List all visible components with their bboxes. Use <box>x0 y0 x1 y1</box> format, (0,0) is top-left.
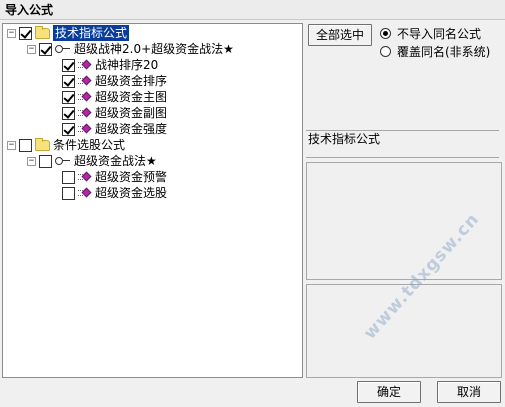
checkbox-leaf[interactable] <box>62 122 75 136</box>
cancel-button[interactable]: 取消 <box>437 381 501 403</box>
radio-overwrite-duplicates[interactable]: 覆盖同名(非系统) <box>380 43 490 59</box>
tree-node-super-warrior[interactable]: − 超级战神2.0+超级资金战法★ <box>27 41 234 57</box>
tree-label: 超级战神2.0+超级资金战法★ <box>74 42 234 56</box>
formula-icon <box>78 187 92 199</box>
checkbox-leaf[interactable] <box>62 58 75 72</box>
tree-label: 超级资金主图 <box>95 90 168 104</box>
collapse-icon[interactable]: − <box>27 156 36 166</box>
radio-button[interactable] <box>380 27 391 39</box>
tree-label: 超级资金战法★ <box>74 154 157 168</box>
tree-label: 技术指标公式 <box>53 25 130 41</box>
checkbox-leaf[interactable] <box>62 106 75 120</box>
select-all-button[interactable]: 全部选中 <box>308 24 372 46</box>
radio-skip-duplicates[interactable]: 不导入同名公式 <box>380 25 481 41</box>
checkbox-super-capital[interactable] <box>39 154 52 168</box>
tree-leaf[interactable]: 超级资金副图 <box>62 105 167 121</box>
folder-icon <box>35 25 50 39</box>
tree-leaf[interactable]: 超级资金排序 <box>62 73 167 89</box>
ok-button[interactable]: 确定 <box>357 381 421 403</box>
description-label: 技术指标公式 <box>306 130 499 158</box>
collapse-icon[interactable]: − <box>27 44 36 54</box>
tree-label: 超级资金选股 <box>95 186 168 200</box>
tree-label: 战神排序20 <box>95 58 159 72</box>
tree-leaf[interactable]: 超级资金选股 <box>62 185 167 201</box>
key-icon <box>55 44 71 54</box>
tree-node-super-capital[interactable]: − 超级资金战法★ <box>27 153 157 169</box>
checkbox-leaf[interactable] <box>62 74 75 88</box>
checkbox-leaf[interactable] <box>62 90 75 104</box>
checkbox-super-warrior[interactable] <box>39 42 52 56</box>
collapse-icon[interactable]: − <box>7 28 16 38</box>
tree-leaf[interactable]: 超级资金强度 <box>62 121 167 137</box>
folder-icon <box>35 137 50 151</box>
tree-node-stock-selection[interactable]: − 条件选股公式 <box>7 137 125 153</box>
checkbox-technical-indicators[interactable] <box>19 26 32 40</box>
checkbox-stock-selection[interactable] <box>19 138 32 152</box>
tree-label: 条件选股公式 <box>53 138 126 152</box>
radio-label: 覆盖同名(非系统) <box>397 44 491 59</box>
tree-label: 超级资金预警 <box>95 170 168 184</box>
formula-icon <box>78 75 92 87</box>
tree-node-technical-indicators[interactable]: − 技术指标公式 <box>7 25 130 41</box>
tree-label: 超级资金排序 <box>95 74 168 88</box>
tree-leaf[interactable]: 战神排序20 <box>62 57 158 73</box>
radio-label: 不导入同名公式 <box>397 26 482 41</box>
formula-icon <box>78 107 92 119</box>
tree-label: 超级资金副图 <box>95 106 168 120</box>
formula-icon <box>78 123 92 135</box>
checkbox-leaf[interactable] <box>62 186 75 200</box>
radio-button[interactable] <box>380 45 391 57</box>
collapse-icon[interactable]: − <box>7 140 16 150</box>
formula-icon <box>78 171 92 183</box>
key-icon <box>55 156 71 166</box>
checkbox-leaf[interactable] <box>62 170 75 184</box>
formula-tree[interactable]: − 技术指标公式 − 超级战神2.0+超级资金战法★ 战神排序20 超级资金排序… <box>2 23 303 378</box>
tree-label: 超级资金强度 <box>95 122 168 136</box>
window-title: 导入公式 <box>0 0 505 20</box>
formula-icon <box>78 91 92 103</box>
tree-leaf[interactable]: 超级资金预警 <box>62 169 167 185</box>
tree-leaf[interactable]: 超级资金主图 <box>62 89 167 105</box>
formula-icon <box>78 59 92 71</box>
